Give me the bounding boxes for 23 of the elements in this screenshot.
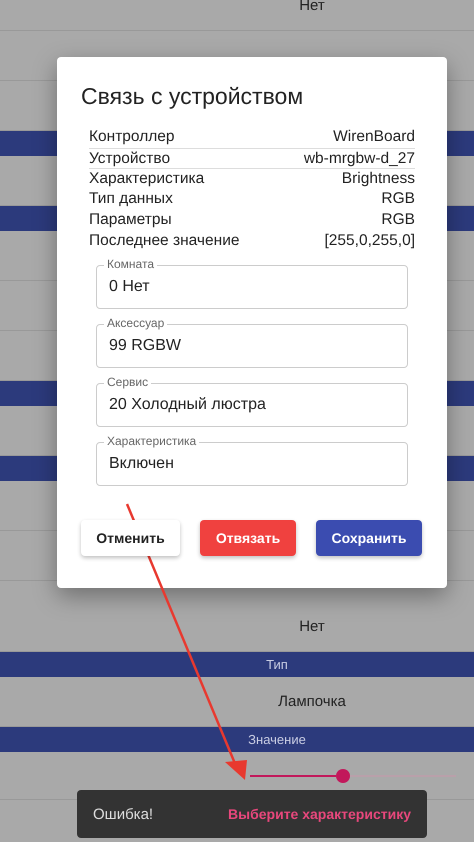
section-header: Тип: [0, 652, 474, 677]
info-value: RGB: [381, 211, 415, 230]
cancel-button[interactable]: Отменить: [81, 520, 180, 556]
info-label: Устройство: [89, 150, 170, 168]
info-value: Brightness: [342, 170, 415, 188]
row-value: Нет: [298, 0, 325, 14]
save-button[interactable]: Сохранить: [316, 520, 422, 556]
info-label: Контроллер: [89, 128, 175, 146]
info-label: Характеристика: [89, 170, 204, 188]
slider-thumb[interactable]: [336, 768, 350, 782]
info-value: RGB: [381, 190, 415, 208]
row-value: Нет: [298, 618, 325, 635]
error-message: Ошибка!: [93, 806, 154, 822]
dialog-title: Связь с устройством: [81, 83, 304, 110]
info-label: Параметры: [89, 211, 172, 230]
info-value: [255,0,255,0]: [324, 232, 415, 250]
info-value: wb-mrgbw-d_27: [304, 150, 415, 168]
section-header: Значение: [0, 727, 474, 752]
unlink-button[interactable]: Отвязать: [200, 520, 296, 556]
row-value: Лампочка: [277, 693, 346, 710]
info-label: Тип данных: [89, 190, 173, 208]
info-label: Последнее значение: [89, 232, 240, 250]
info-value: WirenBoard: [333, 128, 415, 146]
